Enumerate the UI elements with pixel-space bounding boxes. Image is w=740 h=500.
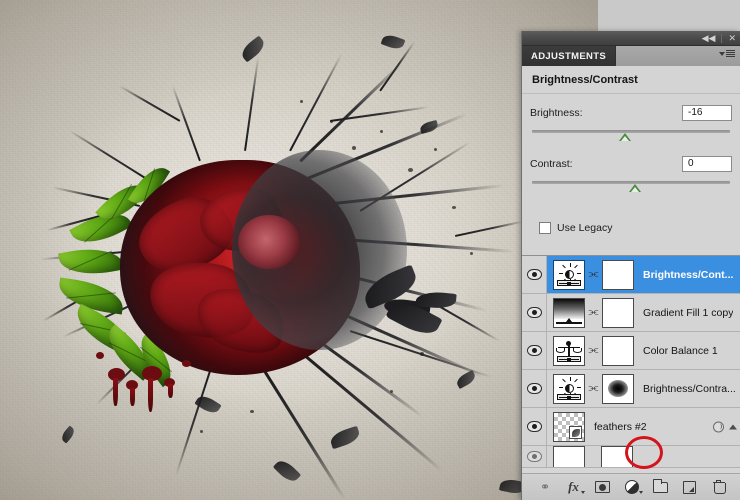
brightness-slider-thumb[interactable] [618,133,631,141]
black-blob-mask [608,380,628,397]
layer-thumbnail[interactable] [553,259,585,290]
link-mask-icon[interactable]: ⫘ [588,345,599,356]
menu-lines-icon [726,50,735,57]
layer-visibility-toggle[interactable] [522,370,547,407]
eye-icon [526,421,542,432]
document-canvas[interactable] [0,0,598,500]
link-mask-icon[interactable]: ⫘ [588,269,599,280]
brightness-contrast-icon [554,260,584,289]
layer-visibility-toggle[interactable] [522,294,547,331]
layers-panel: ⫘ Brightness/Cont... ⫘ Gradient Fill 1 c… [522,256,740,500]
eye-icon [526,383,542,394]
layer-mask-thumbnail[interactable] [601,446,633,467]
contrast-slider[interactable] [530,178,732,196]
layer-name: feathers #2 [594,420,647,433]
brightness-row: Brightness: -16 [530,94,732,121]
layer-name: Gradient Fill 1 copy [643,306,734,319]
tab-adjustments-label: ADJUSTMENTS [531,50,607,62]
layer-style-fx-icon[interactable]: fx [564,478,585,496]
tab-adjustments[interactable]: ADJUSTMENTS [522,46,617,66]
layer-row-extras [713,421,737,432]
new-layer-icon[interactable] [680,478,700,496]
brightness-slider-block: Brightness: -16 Contrast: 0 Use Legacy [522,94,740,234]
close-icon[interactable]: ✕ [728,32,736,44]
titlebar-buttons: ◀◀ ✕ [702,32,736,44]
layer-thumbnail[interactable] [553,335,585,366]
chevron-down-icon [719,51,725,56]
table-row[interactable]: ⫘ Brightness/Contra... [522,370,740,408]
layer-mask-thumbnail[interactable] [602,373,634,404]
layer-name: Brightness/Cont... [643,268,734,281]
eye-icon [526,345,542,356]
brightness-slider[interactable] [530,127,732,145]
tabstrip-filler [616,46,740,66]
use-legacy-row[interactable]: Use Legacy [530,196,732,234]
layer-name: Brightness/Contra... [643,382,736,395]
layer-thumbnail[interactable] [553,446,585,467]
layer-thumbnail[interactable] [553,297,585,328]
layer-visibility-toggle[interactable] [522,408,547,445]
new-adjustment-layer-icon[interactable] [622,478,643,496]
use-legacy-checkbox[interactable] [539,222,551,234]
eye-icon [526,269,542,280]
table-row[interactable]: ⫘ Brightness/Cont... [522,256,740,294]
brightness-contrast-icon [554,374,584,403]
panel-titlebar: ◀◀ ✕ [522,31,740,46]
add-layer-mask-icon[interactable] [593,478,613,496]
contrast-slider-thumb[interactable] [628,184,641,192]
scroll-up-arrow-icon[interactable] [729,424,737,429]
adjustments-panel-body: Brightness/Contrast Brightness: -16 Cont… [522,66,740,256]
link-layers-icon[interactable]: ⚭ [535,478,555,496]
photoshop-screenshot: ◀◀ ✕ ADJUSTMENTS Brightness/Contrast Bri… [0,0,740,500]
brightness-slider-track [532,130,730,133]
titlebar-divider [721,33,723,43]
adjustment-title: Brightness/Contrast [522,66,740,94]
panel-menu-icon[interactable] [719,50,735,57]
table-row[interactable]: feathers #2 [522,408,740,446]
eye-icon [526,307,542,318]
layer-visibility-toggle[interactable] [522,332,547,369]
layer-mask-thumbnail[interactable] [602,259,634,290]
layer-effects-icon[interactable] [713,421,724,432]
table-row[interactable]: ⫘ Color Balance 1 [522,332,740,370]
layer-mask-thumbnail[interactable] [602,297,634,328]
table-row[interactable]: ⫘ Gradient Fill 1 copy [522,294,740,332]
new-group-icon[interactable] [651,478,671,496]
feather-thumb-icon [569,425,582,439]
layer-visibility-toggle[interactable] [522,446,547,467]
layer-visibility-toggle[interactable] [522,256,547,293]
brightness-input[interactable]: -16 [682,105,732,121]
table-row[interactable] [522,446,740,468]
layers-list: ⫘ Brightness/Cont... ⫘ Gradient Fill 1 c… [522,256,740,468]
contrast-label: Contrast: [530,158,573,170]
eye-icon [526,451,542,462]
collapse-double-arrow-icon[interactable]: ◀◀ [702,32,716,44]
contrast-input[interactable]: 0 [682,156,732,172]
brightness-label: Brightness: [530,107,583,119]
artwork-composition [0,0,598,500]
panel-tabstrip: ADJUSTMENTS [522,46,740,66]
contrast-row: Contrast: 0 [530,145,732,172]
layer-thumbnail[interactable] [553,411,585,442]
layer-name: Color Balance 1 [643,344,718,357]
layer-thumbnail[interactable] [553,373,585,404]
delete-layer-icon[interactable] [709,478,729,496]
link-mask-icon[interactable]: ⫘ [588,307,599,318]
layer-mask-thumbnail[interactable] [602,335,634,366]
vignette [0,0,598,500]
use-legacy-label: Use Legacy [557,222,613,234]
docked-panel-group: ◀◀ ✕ ADJUSTMENTS Brightness/Contrast Bri… [521,31,740,500]
layers-toolbar: ⚭ fx [522,473,740,500]
link-mask-icon[interactable]: ⫘ [588,383,599,394]
